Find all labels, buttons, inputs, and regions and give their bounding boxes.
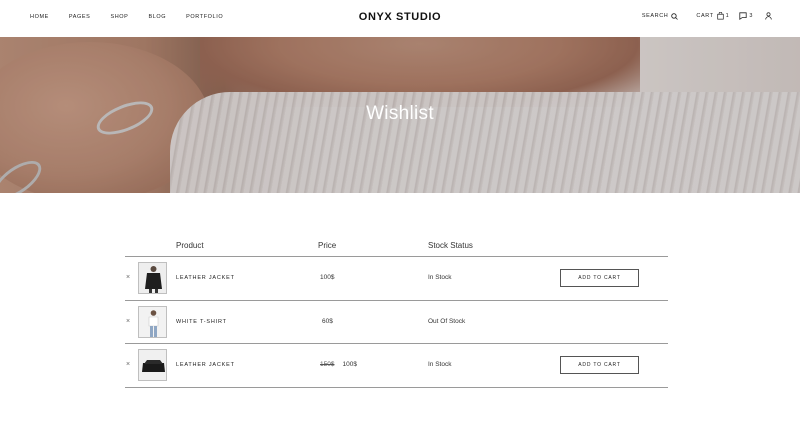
original-price: 150$ (320, 361, 335, 368)
table-row: × LEATHER JACKET 100$ In Stock ADD TO CA… (125, 257, 668, 301)
sale-price: 100$ (342, 361, 357, 368)
add-to-cart-button[interactable]: ADD TO CART (560, 356, 639, 374)
table-row: × LEATHER JACKET 150$ 100$ In Stock ADD T… (125, 344, 668, 388)
table-row: × WHITE T-SHIRT 60$ Out Of Stock (125, 301, 668, 344)
cart-count: 1 (725, 13, 730, 19)
wishlist-button[interactable]: 3 (739, 12, 753, 20)
jacket-image (139, 263, 166, 293)
stock-status: In Stock (428, 274, 452, 281)
product-price: 150$ 100$ (320, 361, 357, 368)
product-price: 100$ (320, 274, 334, 281)
search-label: SEARCH (641, 13, 669, 19)
tshirt-image (139, 306, 166, 337)
stock-status: Out Of Stock (428, 317, 466, 325)
remove-item-button[interactable]: × (125, 361, 131, 368)
product-thumbnail[interactable] (138, 262, 167, 294)
column-header-stock: Stock Status (428, 241, 473, 250)
shopping-bag-icon (717, 12, 724, 20)
user-icon (765, 12, 772, 20)
account-button[interactable] (765, 12, 772, 20)
remove-item-button[interactable]: × (125, 274, 131, 281)
hero-banner: Wishlist (0, 37, 800, 193)
brand-name[interactable]: ONYX STUDIO (359, 11, 441, 23)
jacket-image (139, 350, 166, 380)
cart-label: CART (696, 13, 714, 19)
current-price: 60$ (322, 317, 333, 325)
site-header: HOME PAGES SHOP BLOG PORTFOLIO ONYX STUD… (0, 0, 800, 37)
remove-item-button[interactable]: × (125, 318, 131, 325)
header-tools: SEARCH CART 1 3 (628, 12, 772, 20)
search-icon (671, 12, 679, 20)
product-name[interactable]: LEATHER JACKET (176, 275, 235, 281)
page-title: Wishlist (366, 103, 434, 124)
column-header-product: Product (176, 241, 204, 250)
cart-button[interactable]: CART 1 (696, 12, 729, 20)
product-name[interactable]: LEATHER JACKET (176, 362, 235, 368)
search-button[interactable]: SEARCH (641, 12, 679, 20)
wishlist-table: Product Price Stock Status × LEATHER JAC… (125, 234, 668, 388)
stock-status: In Stock (428, 361, 452, 368)
column-header-price: Price (318, 241, 337, 250)
current-price: 100$ (320, 274, 335, 281)
product-thumbnail[interactable] (138, 349, 167, 381)
wishlist-icon (739, 12, 747, 20)
table-header: Product Price Stock Status (125, 234, 668, 257)
product-price: 60$ (322, 318, 333, 325)
wishlist-count: 3 (749, 13, 753, 19)
product-name[interactable]: WHITE T-SHIRT (176, 319, 227, 325)
product-thumbnail[interactable] (138, 305, 167, 338)
add-to-cart-button[interactable]: ADD TO CART (560, 269, 639, 287)
